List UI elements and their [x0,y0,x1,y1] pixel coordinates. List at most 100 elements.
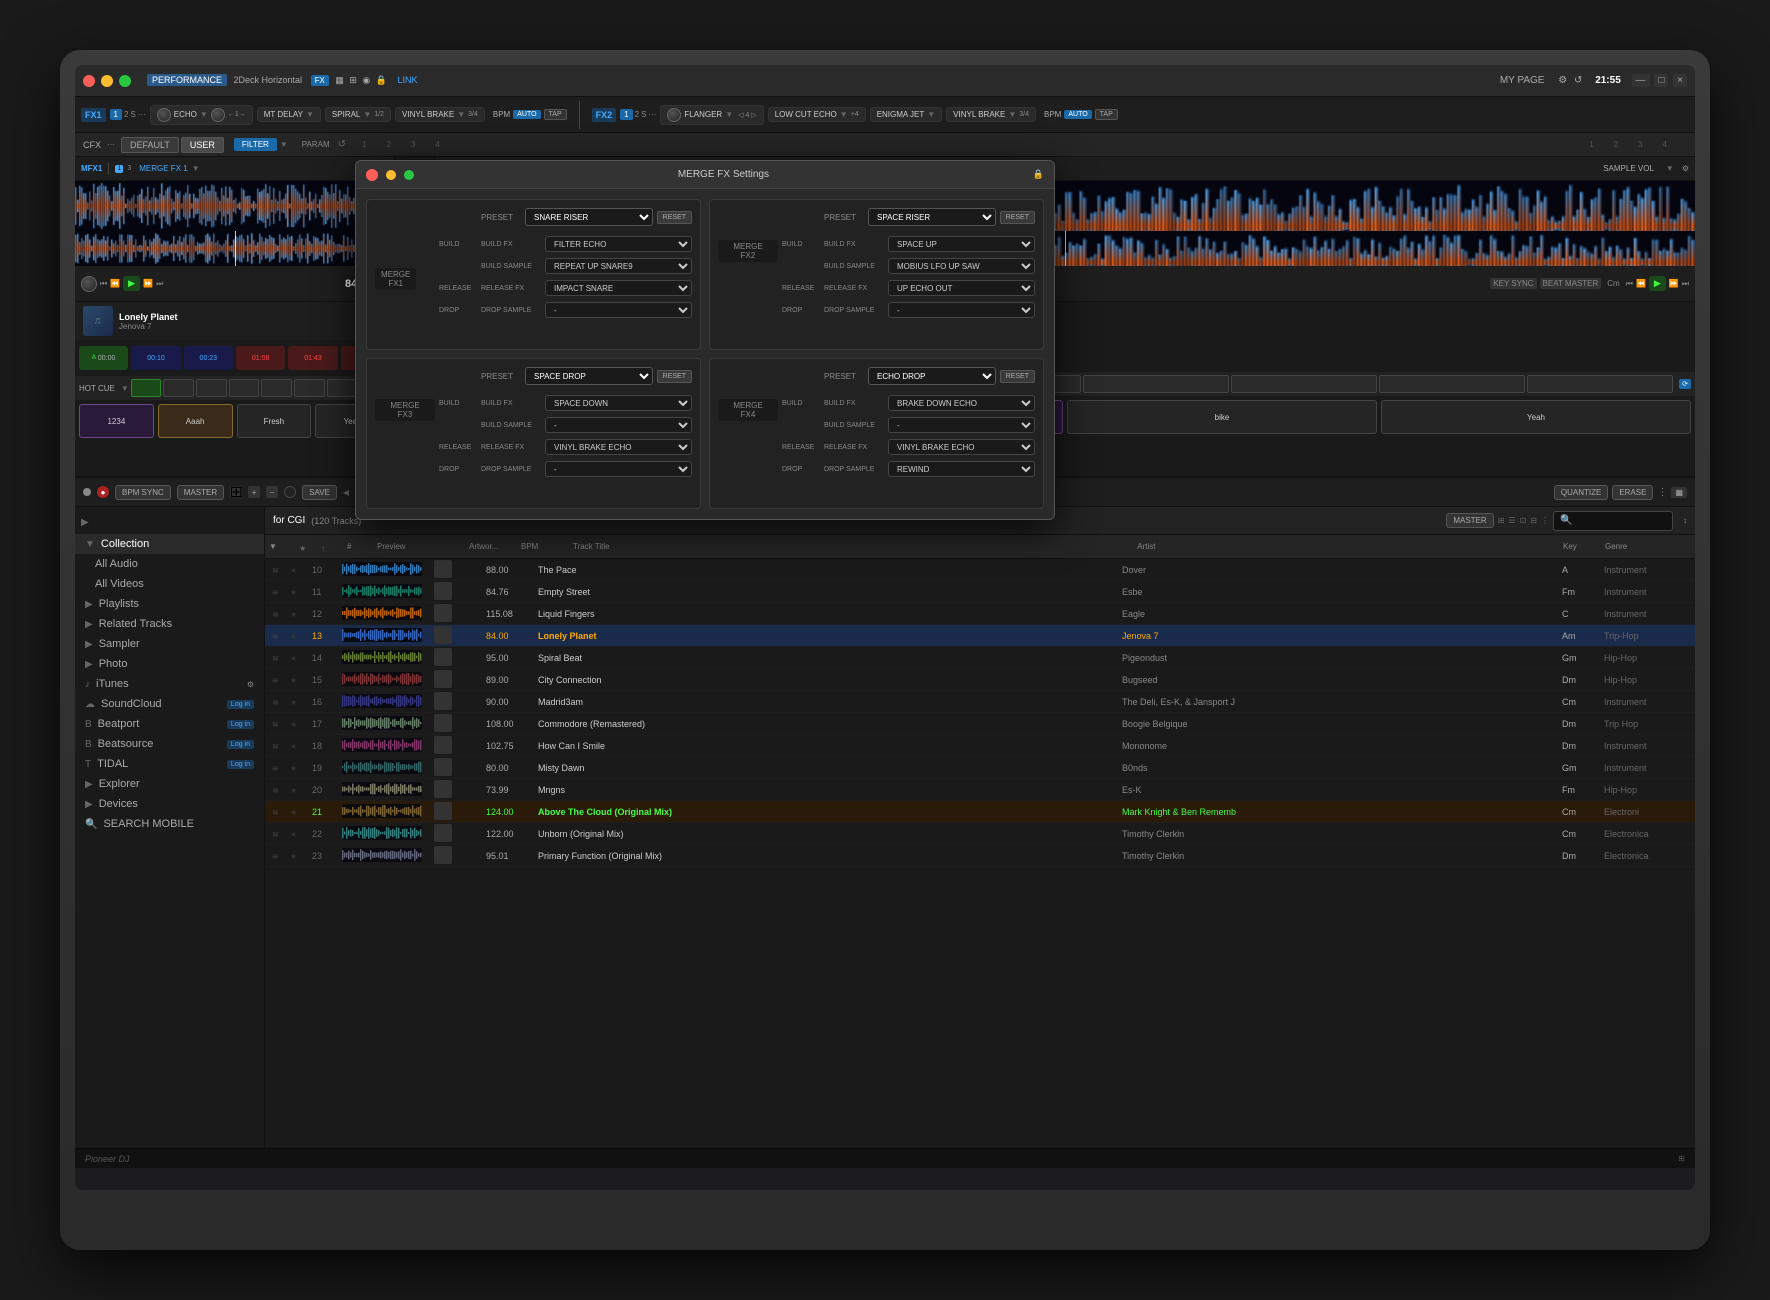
track-star-icon[interactable]: ★ [290,786,297,795]
mfx4-buildfx-select[interactable]: BRAKE DOWN ECHO [888,395,1035,411]
window-close-icon[interactable]: × [1673,74,1687,87]
deck1-cue-b[interactable]: 00:10 [131,346,180,370]
fx2-lowcut-arrow[interactable]: ▼ [840,110,848,119]
fx2-active-btn[interactable]: 1 [620,109,632,120]
modal-close-btn[interactable] [366,169,378,181]
seq-add-btn[interactable]: + [248,486,260,498]
fx2-enigmajet-arrow[interactable]: ▼ [927,110,935,119]
col-key-header[interactable]: Key [1559,542,1599,551]
deck1-back[interactable]: ⏪ [110,279,120,288]
seq-power-dot[interactable] [83,488,91,496]
deck2-sample-arrow[interactable]: ▼ [1666,164,1674,173]
track-row[interactable]: ≋ ★ 19 80.00 Misty Dawn B0nds Gm Instrum… [265,757,1695,779]
sidebar-item-beatport[interactable]: B Beatport Log in [75,714,264,734]
sidebar-item-photo[interactable]: ▶ Photo [75,654,264,674]
sidebar-soundcloud-badge[interactable]: Log in [227,700,254,709]
deck1-hotcue-2[interactable] [163,379,194,397]
fx2-vinylbrake-arrow[interactable]: ▼ [1008,110,1016,119]
deck2-hotcue-7[interactable] [1379,375,1525,393]
deck1-hotcue-arrow[interactable]: ▼ [121,384,129,393]
track-miniwave[interactable] [342,694,422,708]
deck1-hotcue-7[interactable] [327,379,358,397]
deck1-play[interactable]: ▶ [123,276,140,291]
mfx4-releasefx-select[interactable]: VINYL BRAKE ECHO [888,439,1035,455]
fx1-echo-arrow[interactable]: ▼ [200,110,208,119]
deck2-pad-yeah[interactable]: Yeah [1381,400,1691,434]
close-button[interactable] [83,75,95,87]
deck1-skip-back[interactable]: ⏮ [100,279,107,289]
deck2-back[interactable]: ⏪ [1636,279,1646,288]
seq-erase-btn[interactable]: ERASE [1612,485,1653,500]
sidebar-tidal-badge[interactable]: Log in [227,760,254,769]
view-icon1[interactable]: ⊞ [1498,516,1505,525]
sidebar-item-beatsource[interactable]: B Beatsource Log in [75,734,264,754]
track-miniwave[interactable] [342,826,422,840]
track-row[interactable]: ≋ ★ 13 84.00 Lonely Planet Jenova 7 Am T… [265,625,1695,647]
track-miniwave[interactable] [342,716,422,730]
deck2-hotcue-6[interactable] [1231,375,1377,393]
fx1-vinylbrake-arrow[interactable]: ▼ [457,110,465,119]
col-artist-header[interactable]: Artist [1133,542,1557,551]
mfx4-reset-btn[interactable]: RESET [1000,370,1035,383]
track-star-icon[interactable]: ★ [290,588,297,597]
track-row[interactable]: ≋ ★ 18 102.75 How Can I Smile Mononome D… [265,735,1695,757]
track-miniwave[interactable] [342,562,422,576]
track-star-icon[interactable]: ★ [290,720,297,729]
sort-icon[interactable]: ↕ [1683,516,1687,525]
track-row[interactable]: ≋ ★ 14 95.00 Spiral Beat Pigeondust Gm H… [265,647,1695,669]
deck1-hotcue-4[interactable] [229,379,260,397]
track-miniwave[interactable] [342,804,422,818]
sidebar-item-soundcloud[interactable]: ☁ SoundCloud Log in [75,694,264,714]
view-icon3[interactable]: ⊡ [1520,516,1527,525]
mfx3-reset-btn[interactable]: RESET [657,370,692,383]
fx-auto-btn[interactable]: AUTO [513,110,540,119]
modal-min-btn[interactable] [386,170,396,180]
seq-more-icon[interactable]: ⋮ [1657,487,1667,498]
sidebar-item-tidal[interactable]: T TIDAL Log in [75,754,264,774]
track-row[interactable]: ≋ ★ 22 122.00 Unborn (Original Mix) Timo… [265,823,1695,845]
track-miniwave[interactable] [342,782,422,796]
track-miniwave[interactable] [342,672,422,686]
track-star-icon[interactable]: ★ [290,808,297,817]
deck1-hotcue-5[interactable] [261,379,292,397]
fx1-s[interactable]: S [130,110,135,119]
mfx3-buildsample-select[interactable]: - [545,417,692,433]
mfx1-reset-btn[interactable]: RESET [657,211,692,224]
seq-record-btn[interactable]: ● [97,486,109,498]
deck1-pad-aaah[interactable]: Aaah [158,404,233,438]
fx2-2[interactable]: 2 [635,110,639,119]
deck1-cue-a[interactable]: A 00:00 [79,346,128,370]
cfx-param-icon[interactable]: ↺ [338,139,346,150]
col-filter-icon[interactable]: ▼ [269,542,297,551]
sync-icon[interactable]: ↺ [1574,75,1582,86]
mfx1-releasefx-select[interactable]: IMPACT SNARE [545,280,692,296]
sidebar-item-allvideos[interactable]: All Videos [75,574,264,594]
track-star-icon[interactable]: ★ [290,566,297,575]
track-row[interactable]: ≋ ★ 23 95.01 Primary Function (Original … [265,845,1695,867]
track-row[interactable]: ≋ ★ 17 108.00 Commodore (Remastered) Boo… [265,713,1695,735]
sidebar-item-related[interactable]: ▶ Related Tracks [75,614,264,634]
mfx3-releasefx-select[interactable]: VINYL BRAKE ECHO [545,439,692,455]
track-star-icon[interactable]: ★ [290,742,297,751]
headphones-icon[interactable]: ◉ [362,75,370,85]
settings-icon[interactable]: ⚙ [1558,75,1567,86]
mfx1-buildfx-select[interactable]: FILTER ECHO [545,236,692,252]
track-miniwave[interactable] [342,584,422,598]
fx2-flanger-arrow[interactable]: ▼ [725,110,733,119]
deck2-beat-master[interactable]: BEAT MASTER [1540,278,1602,289]
sidebar-item-collection[interactable]: ▼ Collection [75,534,264,554]
col-artwork-header[interactable]: Artwor... [465,542,515,551]
view-icon5[interactable]: ⋮ [1541,516,1549,525]
fx1-active-btn[interactable]: 1 [110,109,122,120]
track-row[interactable]: ≋ ★ 11 84.76 Empty Street Esbe Fm Instru… [265,581,1695,603]
sidebar-beatsource-badge[interactable]: Log in [227,740,254,749]
sidebar-expand-icon[interactable]: ▶ [81,517,89,528]
track-miniwave[interactable] [342,738,422,752]
view-icon2[interactable]: ☰ [1508,516,1515,525]
track-miniwave[interactable] [342,848,422,862]
deck2-hotcue-5[interactable] [1083,375,1229,393]
track-row[interactable]: ≋ ★ 10 88.00 The Pace Dover A Instrument [265,559,1695,581]
deck1-hotcue-6[interactable] [294,379,325,397]
mfx1-preset-select[interactable]: SNARE RISER [525,208,653,226]
deck2-skip-fwd[interactable]: ⏭ [1682,279,1689,289]
